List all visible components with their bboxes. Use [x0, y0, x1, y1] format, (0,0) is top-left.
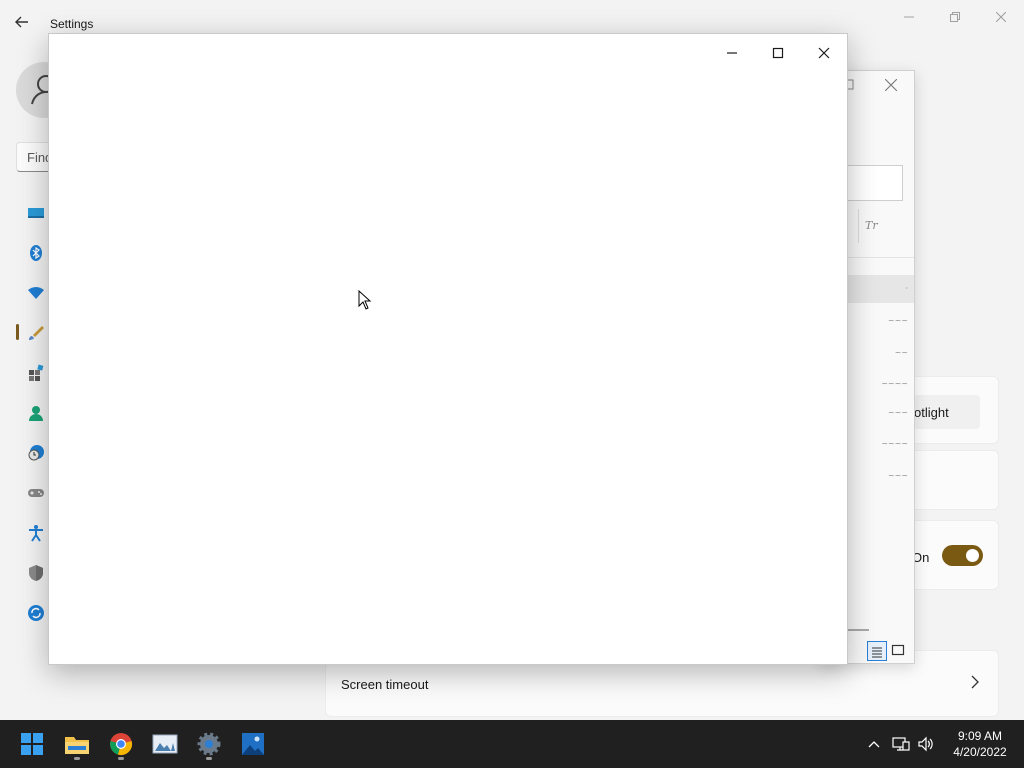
tile-view-icon[interactable] — [891, 643, 907, 659]
settings-restore-button[interactable] — [932, 6, 978, 28]
mouse-cursor-icon — [358, 289, 372, 310]
display-system-icon[interactable] — [26, 203, 46, 223]
wifi-network-icon[interactable] — [26, 283, 46, 303]
volume-icon[interactable] — [916, 734, 936, 754]
toggle-switch[interactable] — [942, 545, 983, 566]
taskbar-file-explorer[interactable] — [57, 726, 97, 762]
background-card[interactable]: otlight — [904, 376, 999, 444]
running-indicator — [118, 757, 124, 760]
gaming-controller-icon[interactable] — [26, 483, 46, 503]
accounts-person-icon[interactable] — [26, 403, 46, 423]
app-minimize-button[interactable] — [709, 38, 755, 68]
app-maximize-button[interactable] — [755, 38, 801, 68]
running-indicator — [74, 757, 80, 760]
personalization-brush-icon[interactable] — [26, 323, 46, 343]
settings-card-2[interactable] — [905, 450, 999, 510]
list-view-icon[interactable] — [867, 641, 887, 661]
taskbar-clock[interactable]: 9:09 AM 4/20/2022 — [940, 728, 1020, 760]
chevron-right-icon — [970, 675, 980, 692]
screen-timeout-label: Screen timeout — [341, 677, 429, 692]
landscape-picture-icon — [242, 733, 264, 755]
taskbar: 9:09 AM 4/20/2022 — [0, 720, 1024, 768]
svg-text:Tr: Tr — [865, 219, 878, 232]
dialog-divider — [858, 209, 859, 243]
taskbar-chrome[interactable] — [101, 726, 141, 762]
app-close-button[interactable] — [801, 38, 847, 68]
chevron-up-icon[interactable] — [864, 734, 884, 754]
accessibility-icon[interactable] — [26, 523, 46, 543]
nav-selected-indicator — [16, 324, 19, 340]
windows-start-icon — [21, 733, 43, 755]
taskbar-photos-2[interactable] — [233, 726, 273, 762]
apps-icon[interactable] — [26, 363, 46, 383]
taskbar-settings[interactable] — [189, 726, 229, 762]
bluetooth-icon[interactable] — [26, 243, 46, 263]
spotlight-option[interactable]: otlight — [904, 395, 980, 429]
start-button[interactable] — [12, 726, 52, 762]
windows-update-icon[interactable] — [26, 603, 46, 623]
folder-icon — [65, 737, 89, 754]
chrome-icon — [110, 733, 133, 756]
back-arrow-icon[interactable] — [14, 14, 34, 34]
privacy-shield-icon[interactable] — [26, 563, 46, 583]
running-indicator — [206, 757, 212, 760]
spotlight-label: otlight — [914, 405, 949, 420]
settings-minimize-button[interactable] — [886, 6, 932, 28]
photo-gallery-icon — [152, 734, 178, 754]
settings-title: Settings — [50, 17, 94, 31]
settings-close-button[interactable] — [978, 6, 1024, 28]
dialog-close-button[interactable] — [884, 78, 899, 93]
font-style-icon[interactable]: Tr — [865, 217, 885, 236]
time-language-icon[interactable] — [26, 443, 46, 463]
gear-icon — [197, 732, 221, 756]
clock-date: 4/20/2022 — [953, 745, 1007, 759]
blank-app-window[interactable] — [48, 33, 848, 665]
network-icon[interactable] — [891, 734, 911, 754]
taskbar-photos[interactable] — [145, 726, 185, 762]
clock-time: 9:09 AM — [957, 729, 1003, 743]
